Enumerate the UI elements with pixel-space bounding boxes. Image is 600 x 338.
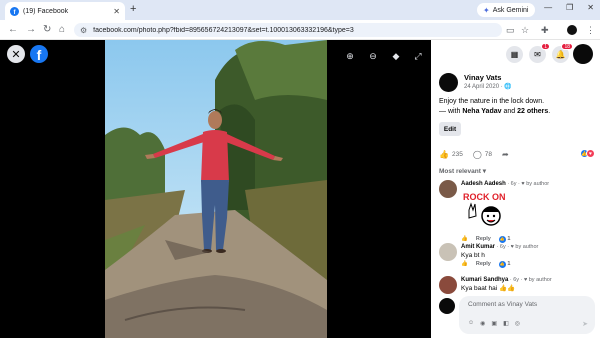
reply-link[interactable]: Reply — [476, 235, 491, 243]
emoji-icon[interactable]: ☺ — [468, 320, 474, 327]
comment-item: Kumari Sandhya · 6y · ♥ by author Kya ba… — [439, 276, 552, 294]
commenter-avatar[interactable] — [439, 276, 457, 294]
messenger-badge: 1 — [541, 43, 550, 50]
forward-icon[interactable]: → — [26, 24, 36, 36]
post-caption-text: Enjoy the nature in the lock down. — [439, 98, 545, 105]
facebook-favicon-icon: f — [10, 6, 19, 16]
bookmark-star-icon[interactable]: ☆ — [521, 24, 529, 36]
fullscreen-icon[interactable]: ⤢ — [411, 49, 425, 63]
post-side-panel: ▦ ✉ 1 🔔 18 Vinay Vats 24 April 2020 · 🌐 … — [431, 40, 600, 338]
browser-profile-avatar[interactable] — [567, 25, 577, 35]
maximize-button[interactable]: ❐ — [566, 3, 573, 12]
tab-close-button[interactable]: ✕ — [113, 7, 120, 16]
comment-input[interactable]: Comment as Vinay Vats ☺ ◉ ▣ ◧ ◎ ➤ — [459, 296, 595, 334]
comment-reaction-count[interactable]: 👍 1 — [498, 260, 510, 268]
photo-image[interactable] — [105, 40, 327, 338]
notifications-bell-icon[interactable]: 🔔 18 — [552, 43, 573, 63]
tagged-person-link[interactable]: Neha Yadav — [462, 108, 501, 115]
browser-toolbar: ← → ↻ ⌂ ⚙ facebook.com/photo.php?fbid=89… — [0, 20, 600, 40]
back-icon[interactable]: ← — [8, 24, 18, 36]
browser-tab-bar: f (19) Facebook ✕ + ✦ Ask Gemini — ❐ ✕ — [0, 0, 600, 20]
commenter-name-line: Aadesh Aadesh · 6y · ♥ by author — [461, 181, 550, 187]
avatar-sticker-icon[interactable]: ◎ — [515, 320, 520, 327]
url-text: facebook.com/photo.php?fbid=895656724213… — [93, 26, 354, 34]
zoom-out-icon[interactable]: ⊖ — [366, 49, 380, 63]
like-count[interactable]: 235 — [452, 151, 463, 158]
extensions-icon[interactable]: ✚ — [541, 24, 549, 36]
author-avatar[interactable] — [439, 73, 458, 92]
reaction-summary[interactable]: 👍 ♥ — [580, 149, 595, 158]
ask-gemini-button[interactable]: ✦ Ask Gemini — [477, 3, 535, 17]
comment-item: Amit Kumar · 6y · ♥ by author Kya bt h 👍… — [439, 243, 538, 268]
menu-grid-icon[interactable]: ▦ — [506, 46, 523, 63]
like-icon[interactable]: 👍 — [439, 150, 449, 159]
comment-actions: 👍 Reply 👍 1 — [461, 235, 549, 243]
address-bar[interactable]: ⚙ facebook.com/photo.php?fbid=8956567242… — [74, 23, 502, 37]
post-tagged-line: — with Neha Yadav and 22 others. — [439, 108, 551, 115]
browser-tab[interactable]: f (19) Facebook ✕ — [5, 2, 125, 20]
panel-header: ▦ ✉ 1 🔔 18 — [431, 40, 600, 70]
photo-viewer: ✕ f ⊕ ⊖ ◆ ⤢ — [0, 40, 431, 338]
comment-reaction-count[interactable]: 👍 1 — [498, 235, 510, 243]
post-date[interactable]: 24 April 2020 · 🌐 — [464, 83, 512, 91]
ask-gemini-label: Ask Gemini — [492, 6, 529, 14]
tag-icon[interactable]: ◆ — [389, 49, 403, 63]
comment-text: Kya bt h — [461, 252, 485, 259]
like-comment-icon[interactable]: 👍 — [461, 235, 468, 243]
composer-avatar — [439, 298, 455, 314]
post-stats-bar: 👍 235 ◯ 78 ➦ 👍 ♥ — [439, 148, 595, 160]
minimize-button[interactable]: — — [544, 3, 552, 12]
zoom-in-icon[interactable]: ⊕ — [343, 49, 357, 63]
messenger-icon[interactable]: ✉ 1 — [529, 43, 550, 63]
love-reaction-icon: ♥ — [586, 149, 595, 158]
share-icon[interactable]: ➦ — [502, 150, 509, 159]
sticker-text: ROCK ON — [463, 192, 506, 202]
commenter-name-line: Kumari Sandhya · 6y · ♥ by author — [461, 277, 552, 283]
close-viewer-button[interactable]: ✕ — [7, 45, 25, 63]
notifications-badge: 18 — [561, 43, 573, 50]
site-info-icon[interactable]: ⚙ — [80, 26, 87, 35]
comment-count[interactable]: 78 — [485, 151, 492, 158]
reload-icon[interactable]: ↻ — [43, 24, 51, 36]
new-tab-button[interactable]: + — [130, 3, 136, 15]
gemini-star-icon: ✦ — [483, 5, 490, 15]
tab-title: (19) Facebook — [23, 7, 69, 15]
window-controls: — ❐ ✕ — [544, 3, 594, 12]
window-close-button[interactable]: ✕ — [587, 3, 594, 12]
cast-icon[interactable]: ▭ — [506, 24, 515, 36]
comment-input-placeholder: Comment as Vinay Vats — [468, 301, 538, 308]
globe-icon: 🌐 — [504, 84, 512, 90]
post-author-name[interactable]: Vinay Vats — [464, 73, 512, 83]
comment-item: Aadesh Aadesh · 6y · ♥ by author ROCK ON… — [439, 180, 549, 243]
composer-tools: ☺ ◉ ▣ ◧ ◎ — [468, 320, 520, 327]
gif-icon[interactable]: ▣ — [491, 320, 497, 327]
browser-menu-icon[interactable]: ⋮ — [586, 24, 595, 36]
rock-on-sticker: ROCK ON — [461, 190, 511, 232]
comment-sort-dropdown[interactable]: Most relevant ▾ — [439, 167, 486, 175]
comment-icon[interactable]: ◯ — [473, 150, 482, 159]
account-avatar[interactable] — [573, 44, 593, 64]
commenter-name-line: Amit Kumar · 6y · ♥ by author — [461, 244, 539, 250]
like-comment-icon[interactable]: 👍 — [461, 260, 468, 268]
post-header: Vinay Vats 24 April 2020 · 🌐 — [439, 73, 512, 92]
home-icon[interactable]: ⌂ — [59, 24, 65, 36]
comment-text: Kya baat hai 👍👍 — [461, 285, 516, 292]
commenter-avatar[interactable] — [439, 180, 457, 198]
edit-post-button[interactable]: Edit — [439, 122, 461, 136]
tagged-others-link[interactable]: 22 others — [517, 108, 548, 115]
facebook-logo-icon[interactable]: f — [30, 45, 48, 63]
sticker-icon[interactable]: ◧ — [503, 320, 509, 327]
send-icon[interactable]: ➤ — [582, 320, 588, 328]
comment-actions: 👍 Reply 👍 1 — [461, 260, 538, 268]
camera-icon[interactable]: ◉ — [480, 320, 485, 327]
commenter-avatar[interactable] — [439, 243, 457, 261]
reply-link[interactable]: Reply — [476, 260, 491, 268]
post-caption: Enjoy the nature in the lock down. — wit… — [439, 97, 597, 117]
